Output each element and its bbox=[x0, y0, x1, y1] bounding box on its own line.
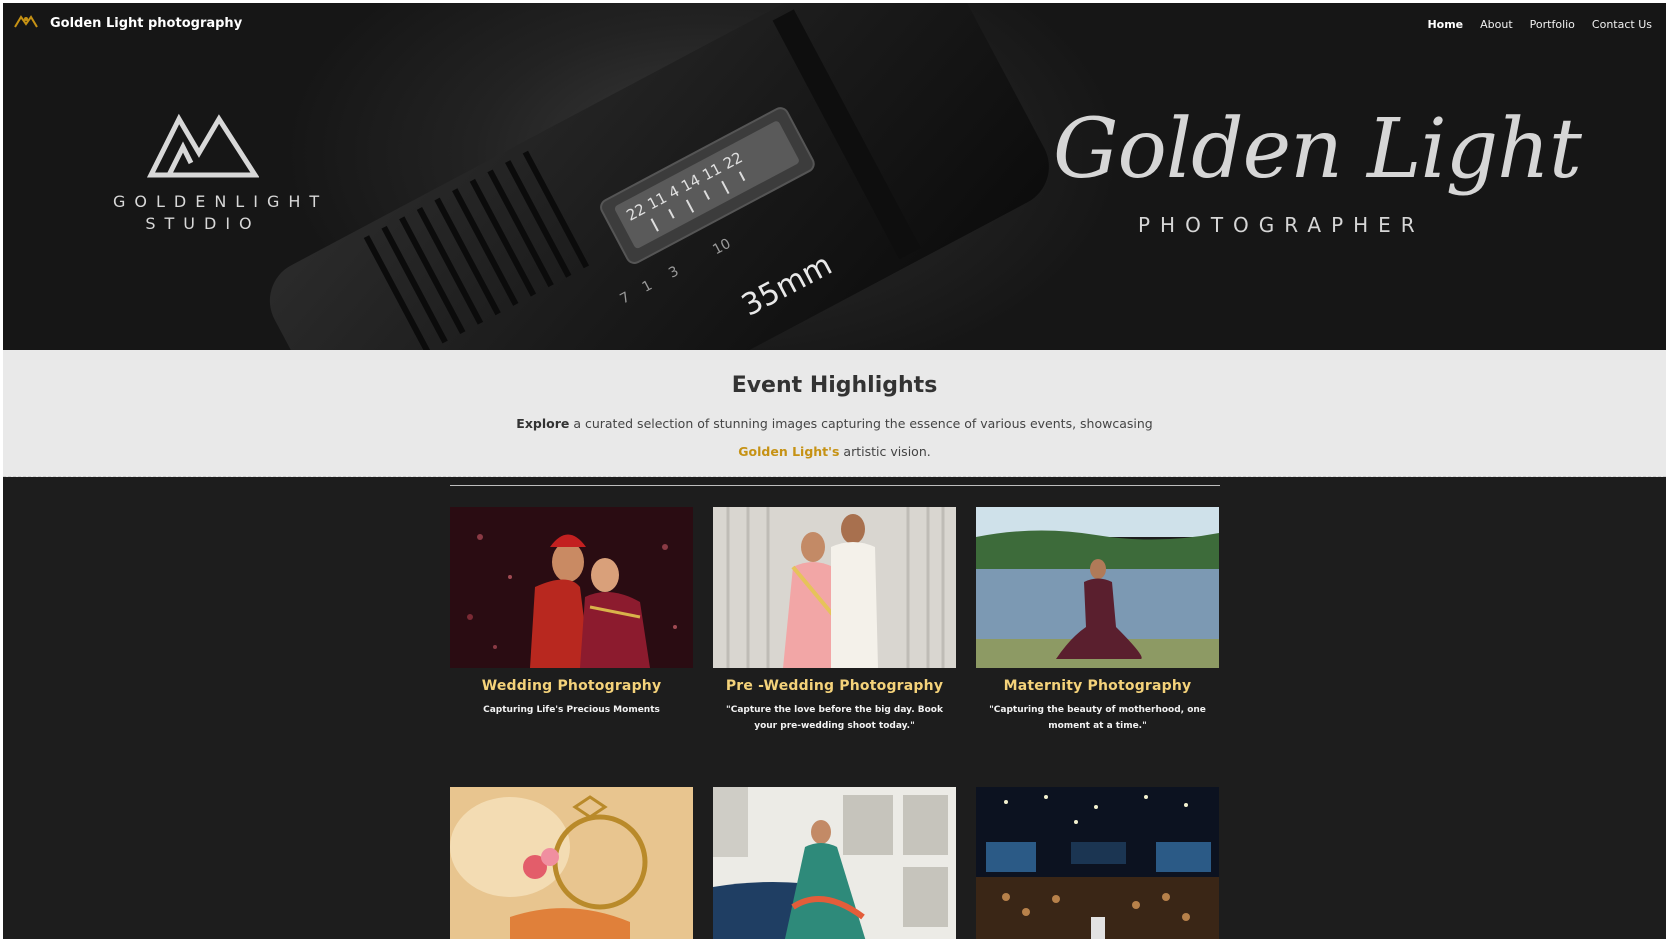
maternity-lake-photo[interactable] bbox=[976, 507, 1219, 668]
nav-home-link[interactable]: Home bbox=[1427, 18, 1463, 31]
event-card-wedding[interactable]: Wedding Photography Capturing Life's Pre… bbox=[450, 507, 693, 718]
card-title: Wedding Photography bbox=[481, 678, 662, 694]
divider bbox=[450, 485, 1220, 486]
brand-highlight-text: Golden Light's bbox=[738, 444, 840, 459]
card-caption: "Capture the love before the big day. Bo… bbox=[726, 705, 943, 731]
bride-portrait-photo[interactable] bbox=[713, 787, 956, 939]
studio-logo: GOLDENLIGHT STUDIO bbox=[113, 113, 329, 243]
corporate-event-photo[interactable] bbox=[976, 787, 1219, 939]
intro-text: a curated selection of stunning images c… bbox=[569, 416, 1153, 431]
event-card-corporate[interactable] bbox=[976, 787, 1219, 939]
event-card-bride-portrait[interactable] bbox=[713, 787, 956, 939]
wedding-couple-photo[interactable] bbox=[450, 507, 693, 668]
card-caption: Capturing Life's Precious Moments bbox=[483, 705, 660, 715]
intro-paragraph-end: Golden Light's artistic vision. bbox=[3, 438, 1666, 466]
ring-ceremony-photo[interactable] bbox=[450, 787, 693, 939]
event-highlights-intro: Event Highlights Explore a curated selec… bbox=[3, 350, 1666, 486]
page-frame: 22 11 4 14 11 22 10 3 1 7 35mm Golden Li… bbox=[3, 3, 1666, 939]
pre-wedding-couple-photo[interactable] bbox=[713, 507, 956, 668]
script-brand-title: Golden Light bbox=[1053, 102, 1582, 197]
brand-logo-icon[interactable] bbox=[13, 13, 39, 29]
brand-name[interactable]: Golden Light photography bbox=[50, 16, 242, 31]
card-caption: "Capturing the beauty of motherhood, one… bbox=[989, 705, 1206, 731]
nav-portfolio-link[interactable]: Portfolio bbox=[1530, 18, 1575, 31]
nav-about-link[interactable]: About bbox=[1480, 18, 1513, 31]
intro-end-text: artistic vision. bbox=[839, 444, 931, 459]
card-title: Maternity Photography bbox=[1003, 678, 1192, 694]
studio-name-line2: STUDIO bbox=[145, 214, 261, 233]
card-title: Pre -Wedding Photography bbox=[725, 678, 944, 694]
intro-paragraph: Explore a curated selection of stunning … bbox=[3, 410, 1666, 438]
event-card-ring-ceremony[interactable] bbox=[450, 787, 693, 939]
mountain-logo-icon bbox=[147, 113, 259, 178]
nav-contact-link[interactable]: Contact Us bbox=[1592, 18, 1652, 31]
event-card-pre-wedding[interactable]: Pre -Wedding Photography "Capture the lo… bbox=[713, 507, 956, 734]
hero-banner: 22 11 4 14 11 22 10 3 1 7 35mm Golden Li… bbox=[3, 3, 1666, 350]
section-title: Event Highlights bbox=[731, 373, 938, 398]
event-card-maternity[interactable]: Maternity Photography "Capturing the bea… bbox=[976, 507, 1219, 734]
studio-name-line1: GOLDENLIGHT bbox=[113, 192, 329, 211]
script-brand-subtitle: PHOTOGRAPHER bbox=[1138, 213, 1425, 237]
intro-bold-word: Explore bbox=[516, 416, 570, 431]
main-nav: Home About Portfolio Contact Us bbox=[1427, 18, 1652, 31]
